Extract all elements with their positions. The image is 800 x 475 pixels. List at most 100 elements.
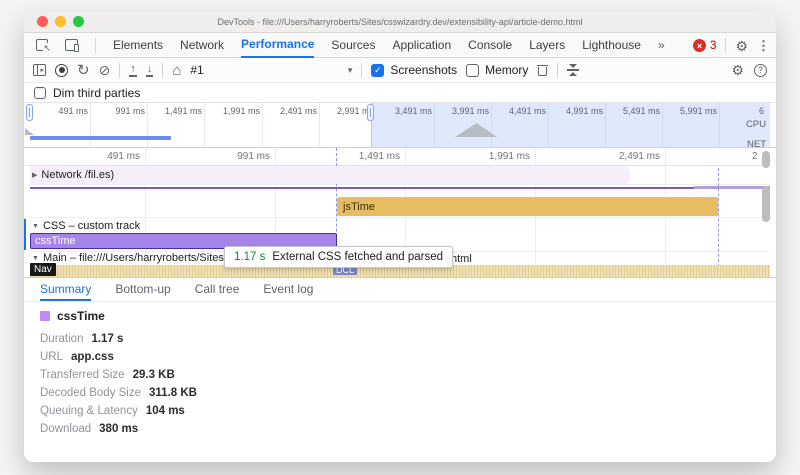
summary-row: Decoded Body Size 311.8 KB [40, 387, 197, 399]
kebab-menu-icon[interactable]: ⋮ [757, 39, 770, 52]
tab-lighthouse[interactable]: Lighthouse [582, 33, 641, 58]
net-lane-label: NET [706, 139, 766, 148]
overview-left-handle[interactable] [26, 104, 33, 121]
cpu-activity-chart [25, 128, 34, 135]
css-track-header[interactable]: ▼ CSS – custom track [32, 220, 140, 232]
clear-recording-icon[interactable]: ⊘ [99, 63, 111, 77]
main-track-header[interactable]: ▼ Main – file:///Users/harryroberts/Site… [32, 252, 232, 264]
nav-marker-badge: Nav [30, 263, 56, 276]
overview-tick: 4,991 ms [551, 106, 603, 116]
shrink-sparse-icon[interactable] [567, 64, 579, 76]
help-icon[interactable]: ? [754, 64, 767, 77]
tab-event-log[interactable]: Event log [263, 282, 313, 301]
network-track-header[interactable]: ▶ Network /fil.es) [32, 169, 114, 181]
ruler-tick: 2,491 ms [598, 151, 660, 162]
summary-row-label: Download [40, 423, 91, 435]
summary-row-label: Decoded Body Size [40, 387, 141, 399]
overview-tick: 5,991 ms [665, 106, 717, 116]
tab-performance[interactable]: Performance [241, 33, 314, 58]
window-title: DevTools - file:///Users/harryroberts/Si… [24, 17, 776, 27]
error-x-icon: × [693, 39, 706, 52]
summary-row: Download 380 ms [40, 423, 138, 435]
device-toolbar-icon[interactable] [65, 39, 78, 51]
tabbar-divider [95, 38, 96, 53]
history-dropdown[interactable]: #1 ▾ [190, 63, 352, 77]
summary-row-label: Duration [40, 333, 83, 345]
csstime-label: cssTime [35, 235, 76, 247]
error-count: 3 [710, 40, 716, 52]
network-track-label: Network /fil.es) [41, 169, 114, 181]
screenshots-checkbox[interactable]: ✓ [371, 64, 384, 77]
network-track-highlight[interactable] [30, 166, 630, 184]
summary-row-label: URL [40, 351, 63, 363]
inspect-element-icon[interactable]: ↖ [36, 39, 48, 51]
summary-row-value: 380 ms [99, 423, 138, 435]
collect-garbage-icon[interactable] [537, 64, 548, 77]
settings-gear-icon[interactable]: ⚙ [735, 39, 748, 53]
jstime-label: jsTime [343, 201, 375, 213]
tab-console[interactable]: Console [468, 33, 512, 58]
record-button[interactable] [55, 64, 68, 77]
tab-summary[interactable]: Summary [40, 282, 91, 301]
tooltip-duration: 1.17 s [234, 251, 265, 263]
dim-third-parties-label[interactable]: Dim third parties [53, 86, 140, 100]
summary-row-value: 311.8 KB [149, 387, 197, 399]
overview-tick: 1,991 ms [208, 106, 260, 116]
summary-row-value: 1.17 s [91, 333, 123, 345]
network-activity-bar [30, 136, 171, 140]
memory-label[interactable]: Memory [485, 63, 528, 77]
event-color-swatch [40, 311, 50, 321]
tab-sources[interactable]: Sources [331, 33, 375, 58]
scrollbar-thumb[interactable] [762, 186, 770, 222]
toggle-sidebar-icon[interactable]: ▸ [33, 64, 46, 76]
screenshots-label[interactable]: Screenshots [390, 63, 457, 77]
device-phone-glyph [74, 44, 79, 52]
jstime-event-bar[interactable]: jsTime [337, 197, 718, 216]
summary-row-label: Queuing & Latency [40, 405, 138, 417]
summary-row: Duration 1.17 s [40, 333, 123, 345]
overview-right-handle[interactable] [367, 104, 374, 121]
overview-tick: 5,491 ms [608, 106, 660, 116]
reload-and-record-icon[interactable]: ↻ [77, 63, 90, 78]
summary-row: URL app.css [40, 351, 114, 363]
tab-layers[interactable]: Layers [529, 33, 565, 58]
main-track-label-tail: html [451, 253, 472, 265]
error-badge[interactable]: × 3 [693, 39, 716, 52]
chevron-down-icon: ▼ [32, 255, 39, 262]
summary-row-value[interactable]: app.css [71, 351, 114, 363]
tab-elements[interactable]: Elements [113, 33, 163, 58]
tab-application[interactable]: Application [392, 33, 451, 58]
overview-tick: 2,491 ms [265, 106, 317, 116]
capture-settings-gear-icon[interactable]: ⚙ [731, 63, 744, 77]
load-marker-line [718, 168, 719, 277]
memory-checkbox[interactable] [466, 64, 479, 77]
tab-call-tree[interactable]: Call tree [195, 282, 240, 301]
performance-toolbar: ▸ ↻ ⊘ ↑ ↓ ⌂ #1 ▾ ✓ Screenshots Memory ⚙ … [24, 58, 776, 83]
load-profile-icon[interactable]: ↑ [129, 64, 137, 77]
save-profile-icon[interactable]: ↓ [146, 64, 154, 77]
summary-row-value: 29.3 KB [133, 369, 175, 381]
settings-subrow: Dim third parties [24, 83, 776, 103]
summary-row: Transferred Size 29.3 KB [40, 369, 175, 381]
event-tooltip: 1.17 s External CSS fetched and parsed [224, 246, 453, 268]
tab-network[interactable]: Network [180, 33, 224, 58]
check-icon: ✓ [374, 65, 382, 76]
ruler-tick: 1,991 ms [468, 151, 530, 162]
timeline-overview[interactable]: 491 ms 991 ms 1,491 ms 1,991 ms 2,491 ms… [24, 103, 776, 148]
window-titlebar[interactable]: DevTools - file:///Users/harryroberts/Si… [24, 11, 776, 33]
summary-row-label: Transferred Size [40, 369, 125, 381]
devtools-tabbar: ↖ Elements Network Performance Sources A… [24, 33, 776, 58]
summary-panel: cssTime Duration 1.17 s URL app.css Tran… [24, 302, 776, 462]
cpu-lane-label: CPU [706, 119, 766, 130]
summary-event-name: cssTime [57, 309, 105, 323]
home-icon[interactable]: ⌂ [172, 63, 181, 78]
ruler-tick: 1,491 ms [338, 151, 400, 162]
scrollbar-thumb[interactable] [762, 151, 770, 168]
details-tabbar: Summary Bottom-up Call tree Event log [24, 278, 776, 302]
dim-third-parties-checkbox[interactable] [34, 87, 46, 99]
chevron-down-icon: ▾ [348, 66, 353, 75]
tab-bottom-up[interactable]: Bottom-up [115, 282, 170, 301]
more-tabs-icon[interactable]: » [658, 39, 665, 51]
overview-tick: 4,491 ms [494, 106, 546, 116]
overview-tick: 1,491 ms [150, 106, 202, 116]
